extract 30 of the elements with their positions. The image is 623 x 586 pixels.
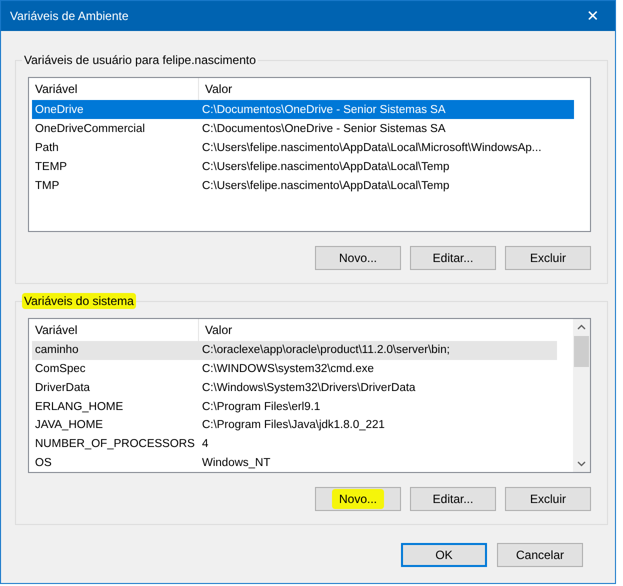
action-button[interactable]: Excluir (505, 246, 591, 270)
close-button[interactable]: ✕ (571, 1, 615, 31)
variable-row[interactable]: OneDriveCommercial C:\Documentos\OneDrive - Senior Sistemas SA (32, 119, 574, 138)
group-title: Variáveis de usuário para felipe.nascimento (22, 52, 258, 68)
variable-row[interactable]: TMP C:\Users\felipe.nascimento\AppData\Local\Temp (32, 176, 574, 195)
window-title: Variáveis de Ambiente (10, 9, 129, 23)
dialog-button[interactable]: Cancelar (497, 543, 583, 567)
action-button[interactable]: Editar... (410, 246, 496, 270)
variables-list[interactable] (28, 318, 591, 473)
variable-row[interactable]: DriverData C:\Windows\System32\Drivers\DriverData (32, 378, 557, 398)
variable-row[interactable]: OneDrive C:\Documentos\OneDrive - Senior Sistemas SA (32, 100, 574, 119)
variable-row[interactable]: TEMP C:\Users\felipe.nascimento\AppData\Local\Temp (32, 157, 574, 176)
action-button[interactable]: Novo... (315, 487, 401, 511)
variables-list[interactable] (28, 77, 591, 232)
action-button[interactable]: Editar... (410, 487, 496, 511)
variable-row[interactable]: ERLANG_HOME C:\Program Files\erl9.1 (32, 397, 557, 416)
scrollbar[interactable] (573, 319, 590, 472)
variable-row[interactable]: caminho C:\oraclexe\app\oracle\product\11.2.0\server\bin; (32, 341, 557, 360)
scroll-thumb[interactable] (574, 336, 589, 367)
variable-row[interactable]: Path C:\Users\felipe.nascimento\AppData\Local\Microsoft\WindowsAp... (32, 138, 574, 157)
action-button[interactable]: Novo... (315, 246, 401, 270)
variable-row[interactable]: ComSpec C:\WINDOWS\system32\cmd.exe (32, 360, 557, 378)
dialog-button[interactable]: OK (401, 543, 487, 567)
variable-row[interactable]: OS Windows_NT (32, 453, 557, 472)
column-header[interactable]: Valor (199, 78, 574, 100)
column-header[interactable]: Valor (199, 319, 557, 341)
variable-row[interactable]: NUMBER_OF_PROCESSORS 4 (32, 434, 557, 454)
action-button[interactable]: Excluir (505, 487, 591, 511)
group-title: Variáveis do sistema (22, 293, 136, 309)
variable-row[interactable]: JAVA_HOME C:\Program Files\Java\jdk1.8.0_221 (32, 416, 557, 435)
